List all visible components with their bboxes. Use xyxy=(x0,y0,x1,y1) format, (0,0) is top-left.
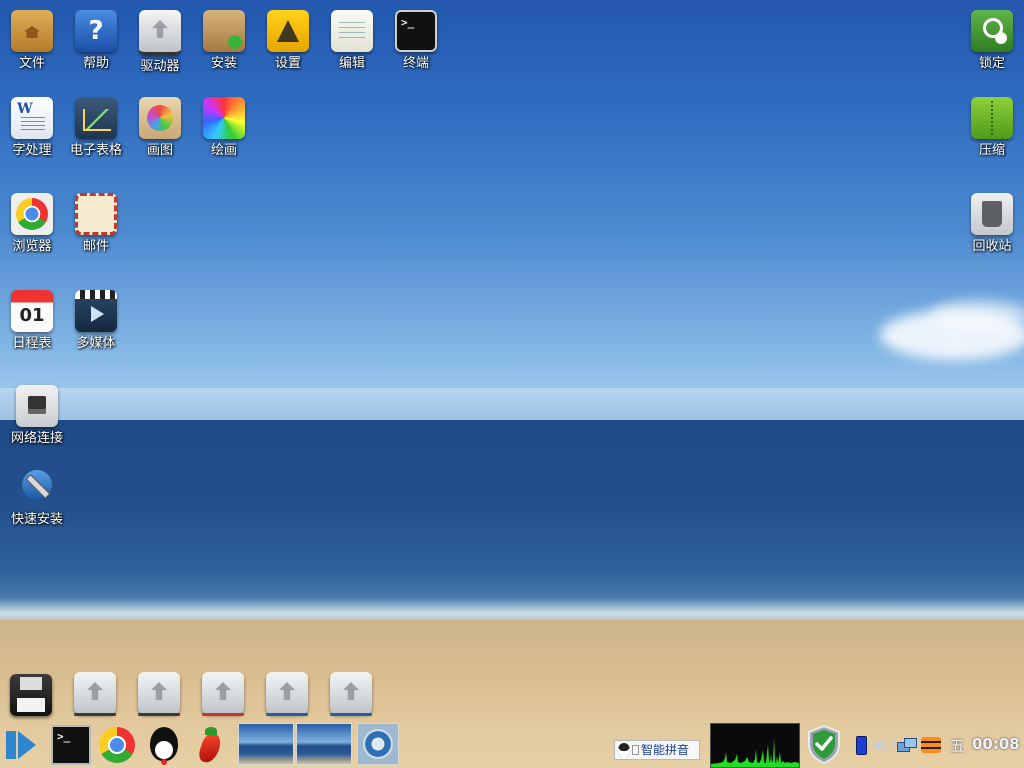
floppy-disk-icon[interactable] xyxy=(10,674,52,716)
system-monitor-graph[interactable] xyxy=(710,723,800,768)
desktop-icon-settings[interactable]: 设置 xyxy=(256,10,320,72)
start-menu-icon[interactable] xyxy=(2,725,42,765)
package-install-icon xyxy=(203,10,245,52)
desktop-icon-label: 驱动器 xyxy=(140,59,180,74)
browser-icon[interactable] xyxy=(97,725,137,765)
browser-icon xyxy=(11,193,53,235)
input-method-indicator[interactable]: 智能拼音 xyxy=(614,740,700,760)
clock-time[interactable]: 00:08 xyxy=(972,735,1020,753)
lock-small-icon xyxy=(632,745,639,755)
help-icon: ? xyxy=(75,10,117,52)
desktop-icon-label: 锁定 xyxy=(978,56,1005,71)
desktop-icon-label: 终端 xyxy=(402,56,429,71)
lock-icon xyxy=(971,10,1013,52)
desktop-icon-label: 编辑 xyxy=(338,56,365,71)
media-player-icon xyxy=(75,290,117,332)
desktop-icon-draw[interactable]: 绘画 xyxy=(192,97,256,159)
wallpaper-horizon xyxy=(0,388,1024,422)
terminal-icon: >_ xyxy=(395,10,437,52)
desktop-icon-label: 日程表 xyxy=(12,336,52,351)
security-shield-icon[interactable] xyxy=(806,724,842,764)
taskbar-window-thumbnail[interactable] xyxy=(238,723,294,765)
desktop-icon-label: 浏览器 xyxy=(12,239,52,254)
drive-indicator xyxy=(74,713,116,716)
drive-indicator xyxy=(138,713,180,716)
spreadsheet-icon xyxy=(75,97,117,139)
desktop-icon-calendar[interactable]: 01 日程表 xyxy=(0,290,64,352)
desktop-icon-install[interactable]: 安装 xyxy=(192,10,256,72)
taskbar-window-thumbnail[interactable] xyxy=(296,723,352,765)
desktop-icon-word-processor[interactable]: 字处理 xyxy=(0,97,64,159)
desktop-icon-paint[interactable]: 画图 xyxy=(128,97,192,159)
desktop-icon-label: 设置 xyxy=(274,56,301,71)
taskbar-window-active[interactable] xyxy=(357,723,399,765)
desktop-icon-mail[interactable]: 邮件 xyxy=(64,193,128,255)
drive-icon[interactable] xyxy=(330,672,372,714)
drive-indicator xyxy=(330,713,372,716)
folder-icon xyxy=(11,10,53,52)
desktop-icon-label: 绘画 xyxy=(210,143,237,158)
desktop-icon-label: 快速安装 xyxy=(10,512,63,527)
draw-icon xyxy=(203,97,245,139)
desktop-icon-spreadsheet[interactable]: 电子表格 xyxy=(64,97,128,159)
desktop-icon-label: 帮助 xyxy=(82,56,109,71)
desktop-icon-label: 邮件 xyxy=(82,239,109,254)
desktop-icon-browser[interactable]: 浏览器 xyxy=(0,193,64,255)
network-icon xyxy=(16,385,58,427)
network-status-icon[interactable] xyxy=(897,736,917,754)
settings-icon xyxy=(267,10,309,52)
layers-icon[interactable] xyxy=(920,736,942,754)
desktop-icon-label: 画图 xyxy=(146,143,173,158)
desktop-icon-label: 字处理 xyxy=(12,143,52,158)
desktop-icon-quick-install[interactable]: 快速安装 xyxy=(5,466,69,528)
trash-icon xyxy=(971,193,1013,235)
taskbar: >_ xyxy=(0,722,1024,768)
drive-icon[interactable] xyxy=(138,672,180,714)
drive-icon xyxy=(139,10,181,55)
quick-install-icon xyxy=(16,466,58,508)
word-processor-icon xyxy=(11,97,53,139)
desktop-icon-label: 网络连接 xyxy=(10,431,63,446)
wallpaper-cloud xyxy=(930,300,1024,330)
qq-penguin-icon[interactable] xyxy=(144,725,184,765)
text-editor-icon xyxy=(331,10,373,52)
drive-indicator xyxy=(266,713,308,716)
ime-label: 智能拼音 xyxy=(641,743,690,757)
desktop-icon-label: 压缩 xyxy=(978,143,1005,158)
desktop-icon-lock[interactable]: 锁定 xyxy=(960,10,1024,72)
drive-icon[interactable] xyxy=(266,672,308,714)
archive-icon xyxy=(971,97,1013,139)
wallpaper-sea xyxy=(0,420,1024,620)
paint-icon xyxy=(139,97,181,139)
desktop-icon-label: 多媒体 xyxy=(76,336,116,351)
desktop-icon-label: 安装 xyxy=(210,56,237,71)
cpu-graph xyxy=(711,738,799,767)
desktop-icon-drives[interactable]: 驱动器 xyxy=(128,10,192,75)
usb-icon[interactable] xyxy=(852,736,870,755)
desktop-icon-network[interactable]: 网络连接 xyxy=(5,385,69,447)
penguin-icon xyxy=(618,743,630,757)
desktop-icon-help[interactable]: ? 帮助 xyxy=(64,10,128,72)
desktop-icon-terminal[interactable]: >_ 终端 xyxy=(384,10,448,72)
drive-icon[interactable] xyxy=(74,672,116,714)
drive-indicator xyxy=(202,713,244,716)
pepper-icon[interactable] xyxy=(191,725,231,765)
desktop-icon-editor[interactable]: 编辑 xyxy=(320,10,384,72)
desktop-icon-media[interactable]: 多媒体 xyxy=(64,290,128,352)
desktop-icon-label: 电子表格 xyxy=(69,143,122,158)
terminal-icon[interactable]: >_ xyxy=(51,725,91,765)
desktop-icon-archive[interactable]: 压缩 xyxy=(960,97,1024,159)
desktop-icon-files[interactable]: 文件 xyxy=(0,10,64,72)
calendar-icon: 01 xyxy=(11,290,53,332)
clock-weekday[interactable]: 五 xyxy=(950,735,965,756)
volume-wave-icon xyxy=(886,738,896,752)
drive-icon[interactable] xyxy=(202,672,244,714)
desktop-icon-label: 回收站 xyxy=(972,239,1012,254)
desktop-icon-trash[interactable]: 回收站 xyxy=(960,193,1024,255)
mail-icon xyxy=(75,193,117,235)
desktop-icon-label: 文件 xyxy=(18,56,45,71)
